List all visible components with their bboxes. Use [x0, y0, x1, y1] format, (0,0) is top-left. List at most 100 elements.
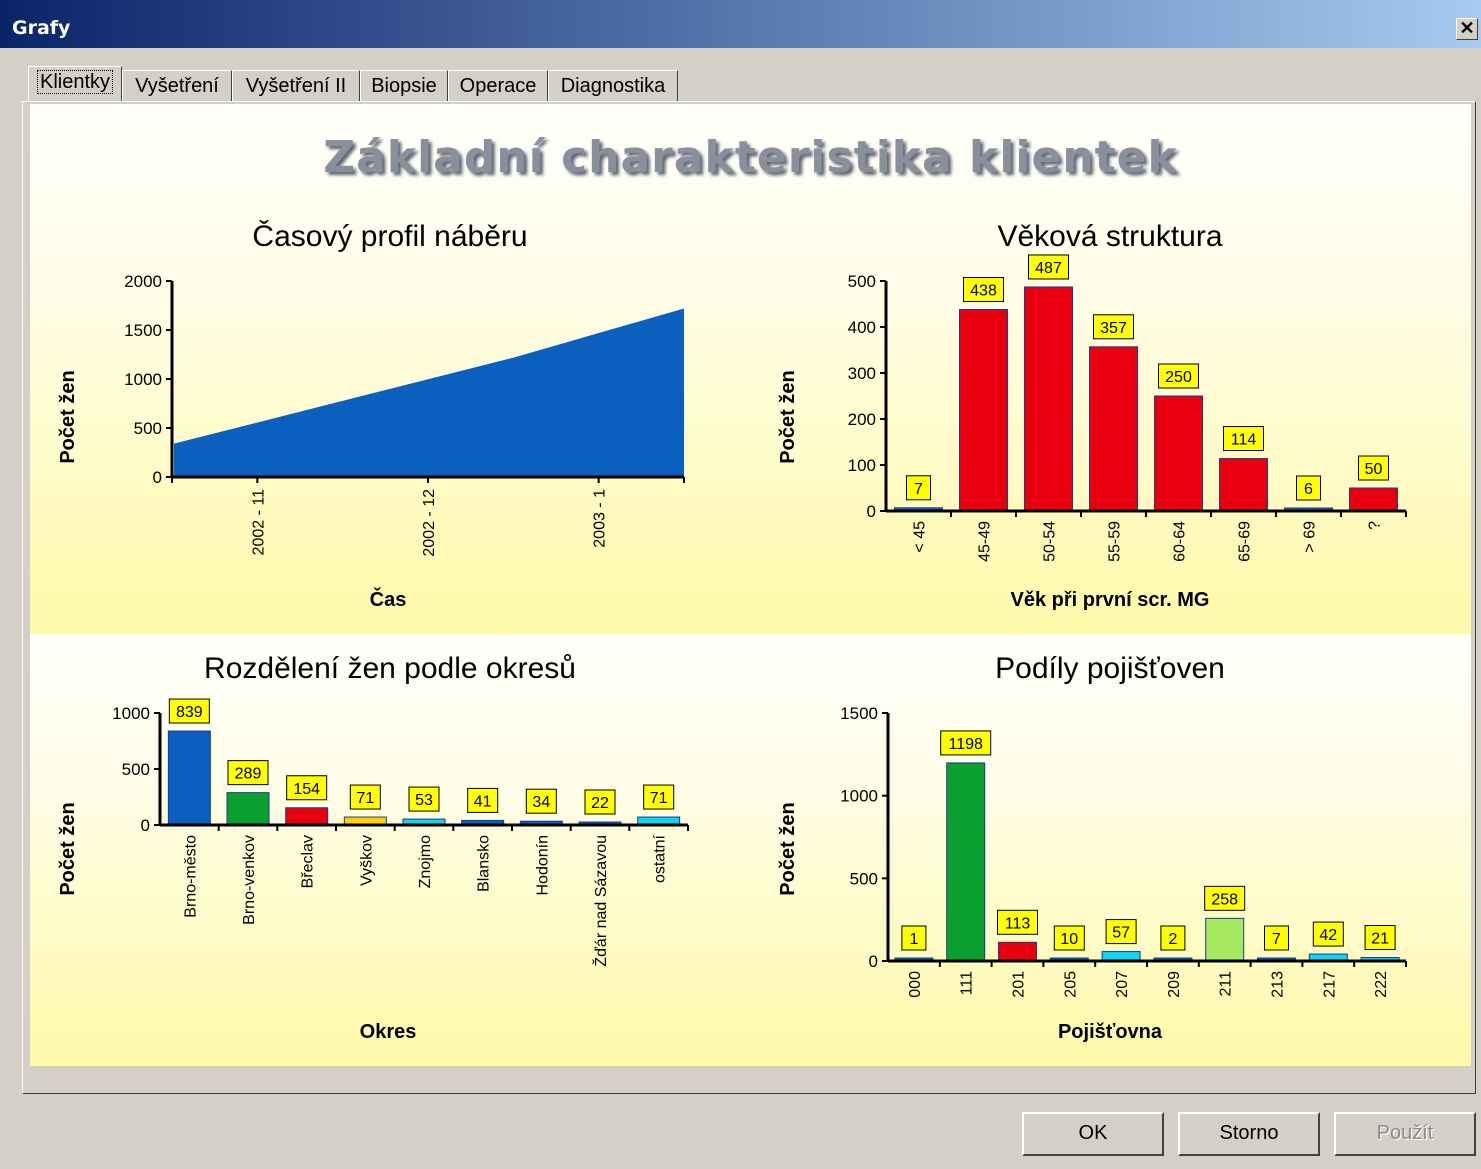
y-tick-label: 1500 — [124, 321, 162, 340]
y-tick-label: 400 — [848, 318, 876, 337]
x-tick-label: 2002 - 11 — [250, 489, 267, 556]
x-tick-label: Znojmo — [417, 835, 434, 888]
chart-title: Časový profil náběru — [252, 219, 527, 253]
tab-klientky[interactable]: Klientky — [28, 66, 122, 102]
x-tick-label: 65-69 — [1237, 521, 1254, 562]
y-tick-label: 500 — [134, 419, 162, 438]
y-tick-label: 0 — [867, 502, 876, 521]
charts-svg: Časový profil náběru Počet žen Čas 2002 - 1… — [57, 219, 1407, 1043]
y-axis-label: Počet žen — [777, 370, 799, 463]
chart-title: Rozdělení žen podle okresů — [204, 652, 576, 685]
data-label: 53 — [415, 792, 433, 809]
data-label: 289 — [235, 766, 262, 783]
data-label: 22 — [591, 795, 609, 812]
tab-biopsie[interactable]: Biopsie — [360, 70, 448, 102]
y-tick-label: 100 — [848, 456, 876, 475]
close-button[interactable]: ✕ — [1456, 18, 1478, 40]
x-tick-label: 211 — [1218, 971, 1235, 997]
tab-diagnostika[interactable]: Diagnostika — [548, 70, 678, 102]
data-label: 42 — [1319, 927, 1337, 944]
bar — [1205, 917, 1245, 962]
charts-area: Základní charakteristika klientek Časový… — [30, 104, 1471, 1066]
x-tick-label: 207 — [1114, 971, 1131, 998]
x-axis-label: Okres — [360, 1021, 417, 1043]
bar — [167, 730, 211, 826]
data-label: 10 — [1060, 931, 1078, 948]
x-tick-label: Žďár nad Sázavou — [591, 835, 610, 967]
x-tick-label: 2003 - 1 — [592, 489, 609, 548]
data-label: 839 — [176, 704, 203, 721]
x-tick-label: Brno-venkov — [241, 835, 258, 925]
x-tick-label: ostatní — [652, 834, 669, 883]
data-label: 50 — [1365, 461, 1383, 478]
data-label: 41 — [474, 793, 492, 810]
y-tick-label: 1000 — [124, 370, 162, 389]
x-tick-label: Břeclav — [300, 835, 317, 888]
data-label: 1198 — [948, 736, 983, 753]
data-label: 71 — [356, 790, 374, 807]
x-axis-label: Pojišťovna — [1058, 1021, 1163, 1043]
area-series — [174, 308, 684, 477]
y-tick-label: 300 — [848, 364, 876, 383]
data-label: 1 — [909, 931, 918, 948]
apply-button[interactable]: Použít — [1334, 1112, 1476, 1156]
y-axis-label: Počet žen — [57, 370, 79, 463]
bar — [1089, 346, 1138, 512]
bar — [285, 807, 329, 826]
data-label: 154 — [293, 781, 320, 798]
x-tick-label: 111 — [959, 971, 976, 995]
x-tick-label: 222 — [1373, 971, 1390, 998]
data-label: 258 — [1211, 891, 1238, 908]
data-label: 438 — [970, 283, 997, 300]
data-label: 113 — [1005, 915, 1031, 932]
x-tick-label: 000 — [907, 971, 924, 998]
y-tick-label: 2000 — [124, 272, 162, 291]
data-label: 21 — [1371, 931, 1389, 948]
data-label: 487 — [1035, 260, 1062, 277]
x-tick-label: 209 — [1166, 971, 1183, 998]
x-tick-label: 205 — [1062, 971, 1079, 998]
cancel-button[interactable]: Storno — [1178, 1112, 1320, 1156]
ok-button[interactable]: OK — [1022, 1112, 1164, 1156]
bar — [1154, 395, 1203, 512]
data-label: 57 — [1112, 925, 1130, 942]
chart-title: Věková struktura — [997, 220, 1222, 253]
data-label: 114 — [1231, 432, 1257, 449]
x-tick-label: 201 — [1011, 971, 1028, 998]
bar — [998, 941, 1037, 962]
x-tick-label: 60-64 — [1172, 521, 1189, 562]
y-axis-label: Počet žen — [57, 802, 79, 895]
y-axis-label: Počet žen — [777, 802, 799, 895]
title-bar: Grafy ✕ — [0, 0, 1481, 48]
data-label: 250 — [1165, 369, 1192, 386]
y-tick-label: 500 — [850, 869, 878, 888]
y-tick-label: 1000 — [840, 787, 878, 806]
x-axis-label: Čas — [370, 587, 407, 611]
chart-title: Podíly pojišťoven — [995, 652, 1225, 685]
x-axis-label: Věk při první scr. MG — [1011, 589, 1210, 611]
y-tick-label: 0 — [869, 952, 878, 971]
y-tick-label: 1500 — [840, 704, 878, 723]
chart-insurance: Podíly pojišťovenPočet ženPojišťovna1000… — [777, 652, 1407, 1043]
x-tick-label: 213 — [1270, 971, 1287, 998]
x-tick-label: ? — [1367, 521, 1384, 530]
tab-vysetreni[interactable]: Vyšetření — [122, 70, 232, 102]
bar — [959, 309, 1008, 512]
tab-vysetreni-ii[interactable]: Vyšetření II — [232, 70, 360, 102]
y-tick-label: 1000 — [112, 704, 150, 723]
data-label: 6 — [1304, 481, 1313, 498]
x-tick-label: 2002 - 12 — [421, 489, 438, 557]
x-tick-label: 55-59 — [1107, 521, 1124, 562]
bar — [1349, 487, 1398, 512]
data-label: 357 — [1100, 320, 1127, 337]
x-tick-label: Brno-město — [182, 835, 199, 918]
chart-district: Rozdělení žen podle okresů Počet žen Okres… — [57, 652, 689, 1043]
tab-operace[interactable]: Operace — [448, 70, 548, 102]
bar — [1024, 286, 1073, 512]
x-tick-label: < 45 — [912, 521, 929, 553]
data-label: 2 — [1168, 931, 1177, 948]
chart-time: Časový profil náběru Počet žen Čas 2002 - 1… — [57, 219, 685, 611]
x-tick-label: 50-54 — [1042, 521, 1059, 562]
y-tick-label: 200 — [848, 410, 876, 429]
chart-age: Věková struktura Počet žen Věk při první s… — [777, 220, 1407, 611]
